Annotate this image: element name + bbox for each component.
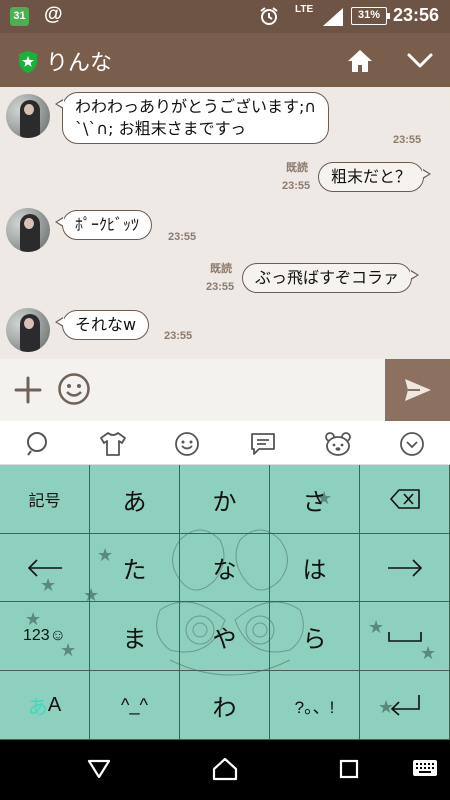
key-ha[interactable]: は — [270, 534, 360, 602]
alarm-icon — [260, 7, 278, 25]
send-button[interactable] — [385, 359, 450, 421]
home-icon[interactable] — [347, 49, 373, 73]
signal-strength-icon — [323, 8, 343, 26]
battery-indicator: 31% — [351, 7, 390, 25]
message-text-line: わわわっありがとうございます;∩ — [75, 97, 317, 116]
message-bubble-outgoing[interactable]: ぶっ飛ばすぞコラァ — [242, 263, 420, 293]
mode-kana-label: あ — [27, 694, 48, 719]
key-ya[interactable]: や — [180, 602, 270, 671]
key-numbers[interactable]: 123☺ — [0, 602, 90, 671]
smiley-icon[interactable] — [174, 431, 200, 457]
keyboard-toolbar — [0, 421, 450, 465]
key-ra[interactable]: ら — [270, 602, 360, 671]
message-timestamp: 23:55 — [393, 134, 422, 146]
chat-header: りんな — [0, 33, 450, 87]
message-bubble-incoming[interactable]: わわわっありがとうございます;∩ `\`∩; お粗末さまですっ — [54, 92, 330, 144]
key-cursor-right[interactable] — [360, 534, 450, 602]
avatar[interactable] — [6, 208, 50, 252]
calendar-notification-icon: 31 — [10, 7, 29, 26]
chat-history[interactable]: わわわっありがとうございます;∩ `\`∩; お粗末さまですっ 23:55 既読… — [0, 87, 450, 359]
message-bubble-outgoing[interactable]: 粗末だと？ — [318, 162, 432, 192]
home-nav-icon[interactable] — [212, 757, 238, 781]
message-text-line: `\`∩; お粗末さまですっ — [75, 119, 246, 138]
recent-apps-icon[interactable] — [339, 759, 359, 779]
network-type-label: LTE — [295, 4, 314, 15]
message-bubble-incoming[interactable]: それなw — [54, 310, 150, 340]
message-text: 粗末だと？ — [331, 167, 412, 186]
message-text: それなw — [75, 315, 137, 334]
emoji-icon[interactable] — [57, 372, 91, 406]
message-timestamp: 23:55 — [164, 330, 193, 342]
status-bar: 31 @ LTE 31% 23:56 — [0, 0, 450, 33]
key-kaomoji[interactable]: ^_^ — [90, 671, 180, 740]
message-input[interactable] — [98, 367, 378, 413]
read-receipt: 既読 — [210, 263, 232, 275]
chevron-down-icon[interactable] — [406, 52, 434, 70]
key-enter[interactable] — [360, 671, 450, 740]
send-icon — [405, 379, 431, 401]
collapse-icon[interactable] — [399, 431, 425, 457]
key-cursor-left[interactable] — [0, 534, 90, 602]
back-icon[interactable] — [87, 759, 111, 779]
key-a[interactable]: あ — [90, 465, 180, 534]
enter-icon — [390, 695, 420, 716]
mode-alpha-label: A — [47, 693, 62, 716]
key-backspace[interactable] — [360, 465, 450, 534]
message-timestamp: 23:55 — [206, 281, 235, 293]
flick-keyboard: ★ ★ ★ ★ ★ ★ ★ ★ ★ 記号 あ か さ た な は 123☺ ま … — [0, 465, 450, 740]
key-wa[interactable]: わ — [180, 671, 270, 740]
clock: 23:56 — [393, 5, 440, 25]
space-icon — [387, 632, 422, 642]
backspace-icon — [389, 489, 420, 509]
key-ka[interactable]: か — [180, 465, 270, 534]
shirt-icon[interactable] — [99, 431, 127, 457]
key-ta[interactable]: た — [90, 534, 180, 602]
message-timestamp: 23:55 — [168, 231, 197, 243]
key-ma[interactable]: ま — [90, 602, 180, 671]
message-text: ぶっ飛ばすぞコラァ — [255, 268, 400, 287]
message-text: ﾎﾟｰｸﾋﾞｯﾂ — [75, 215, 140, 234]
avatar[interactable] — [6, 94, 50, 138]
contact-name: りんな — [46, 51, 113, 76]
key-na[interactable]: な — [180, 534, 270, 602]
search-icon[interactable] — [25, 431, 51, 457]
key-punctuation[interactable]: ?。、! — [270, 671, 360, 740]
read-receipt: 既読 — [286, 162, 308, 174]
chat-bubble-icon[interactable] — [249, 431, 277, 457]
arrow-left-icon — [27, 558, 62, 577]
message-input-bar — [0, 359, 450, 421]
key-sa[interactable]: さ — [270, 465, 360, 534]
at-sign-notification-icon: @ — [44, 4, 63, 25]
key-symbols[interactable]: 記号 — [0, 465, 90, 534]
message-timestamp: 23:55 — [282, 180, 311, 192]
system-navigation-bar — [0, 740, 450, 800]
key-input-mode[interactable]: あA — [0, 671, 90, 740]
official-account-shield-icon — [19, 51, 37, 73]
arrow-right-icon — [387, 558, 422, 577]
message-bubble-incoming[interactable]: ﾎﾟｰｸﾋﾞｯﾂ — [54, 210, 153, 240]
bear-face-icon[interactable] — [324, 431, 352, 457]
keyboard-switch-icon[interactable] — [412, 759, 438, 777]
avatar[interactable] — [6, 308, 50, 352]
plus-icon[interactable] — [13, 375, 43, 405]
key-space[interactable] — [360, 602, 450, 671]
